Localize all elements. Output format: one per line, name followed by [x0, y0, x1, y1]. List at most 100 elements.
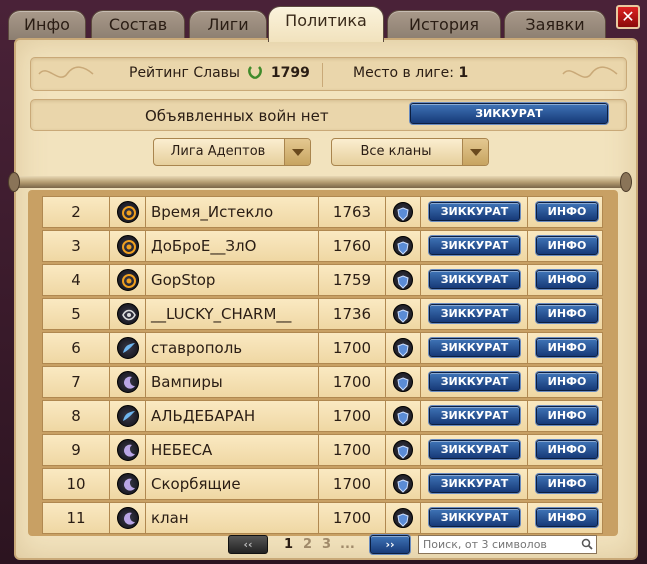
- row-ziggurat-button[interactable]: ЗИККУРАТ: [429, 270, 520, 289]
- clan-name-cell: АЛЬДЕБАРАН: [146, 401, 319, 431]
- score-cell: 1700: [319, 435, 386, 465]
- row-info-button[interactable]: ИНФО: [536, 372, 598, 391]
- ornament-left-icon: [38, 66, 94, 78]
- row-ziggurat-button[interactable]: ЗИККУРАТ: [429, 474, 520, 493]
- row-info-button[interactable]: ИНФО: [536, 440, 598, 459]
- rank-cell: 6: [43, 333, 110, 363]
- row-ziggurat-button[interactable]: ЗИККУРАТ: [429, 440, 520, 459]
- shield-icon[interactable]: [393, 440, 413, 460]
- clan-name-cell: клан: [146, 503, 319, 533]
- page-1[interactable]: 1: [284, 537, 293, 552]
- tab-history[interactable]: История: [387, 10, 501, 40]
- row-ziggurat-button[interactable]: ЗИККУРАТ: [429, 236, 520, 255]
- emblem-cell: [110, 231, 146, 261]
- table-row: 3 ДоБроЕ__ЗлО 1760 ЗИККУРАТ ИНФО: [42, 230, 603, 262]
- shield-cell: [386, 231, 421, 261]
- divider: [322, 63, 323, 87]
- clan-list: 2 Время_Истекло 1763 ЗИККУРАТ ИНФО 3 ДоБроЕ__З…: [28, 190, 618, 536]
- search-icon[interactable]: [581, 538, 593, 550]
- ziggurat-cell: ЗИККУРАТ: [421, 265, 528, 295]
- shield-icon[interactable]: [393, 270, 413, 290]
- row-info-button[interactable]: ИНФО: [536, 474, 598, 493]
- clan-name-cell: GopStop: [146, 265, 319, 295]
- info-cell: ИНФО: [528, 367, 604, 397]
- table-row: 8 АЛЬДЕБАРАН 1700 ЗИККУРАТ ИНФО: [42, 400, 603, 432]
- page-3[interactable]: 3: [322, 537, 331, 552]
- ziggurat-button[interactable]: ЗИККУРАТ: [410, 103, 608, 124]
- shield-icon[interactable]: [393, 372, 413, 392]
- table-row: 11 клан 1700 ЗИККУРАТ ИНФО: [42, 502, 603, 534]
- info-cell: ИНФО: [528, 299, 604, 329]
- info-cell: ИНФО: [528, 401, 604, 431]
- shield-cell: [386, 367, 421, 397]
- row-info-button[interactable]: ИНФО: [536, 406, 598, 425]
- clans-dropdown[interactable]: Все кланы: [331, 138, 489, 166]
- row-ziggurat-button[interactable]: ЗИККУРАТ: [429, 202, 520, 221]
- clan-name-cell: __LUCKY_CHARM__: [146, 299, 319, 329]
- row-ziggurat-button[interactable]: ЗИККУРАТ: [429, 508, 520, 527]
- tab-applications[interactable]: Заявки: [504, 10, 606, 40]
- rank-cell: 11: [43, 503, 110, 533]
- next-page-button[interactable]: ››: [370, 535, 410, 554]
- table-row: 6 ставрополь 1700 ЗИККУРАТ ИНФО: [42, 332, 603, 364]
- tab-politics[interactable]: Политика: [268, 6, 384, 42]
- shield-icon[interactable]: [393, 338, 413, 358]
- row-info-button[interactable]: ИНФО: [536, 304, 598, 323]
- tab-info[interactable]: Инфо: [8, 10, 86, 40]
- chevron-down-icon[interactable]: [284, 139, 310, 165]
- clan-name-cell: НЕБЕСА: [146, 435, 319, 465]
- clan-emblem-icon: [117, 439, 139, 461]
- ornament-right-icon: [562, 66, 618, 78]
- ziggurat-cell: ЗИККУРАТ: [421, 469, 528, 499]
- row-ziggurat-button[interactable]: ЗИККУРАТ: [429, 304, 520, 323]
- shield-cell: [386, 401, 421, 431]
- page-2[interactable]: 2: [303, 537, 312, 552]
- shield-icon[interactable]: [393, 406, 413, 426]
- league-place-label: Место в лиге:: [353, 65, 454, 81]
- glory-rating-value: 1799: [270, 65, 310, 81]
- page-ellipsis: ...: [340, 537, 355, 552]
- info-cell: ИНФО: [528, 435, 604, 465]
- clan-name-cell: Скорбящие: [146, 469, 319, 499]
- clan-name-cell: Время_Истекло: [146, 197, 319, 227]
- shield-icon[interactable]: [393, 202, 413, 222]
- score-cell: 1736: [319, 299, 386, 329]
- table-row: 5 __LUCKY_CHARM__ 1736 ЗИККУРАТ ИНФО: [42, 298, 603, 330]
- league-dropdown[interactable]: Лига Адептов: [153, 138, 311, 166]
- score-cell: 1759: [319, 265, 386, 295]
- clan-name-cell: ДоБроЕ__ЗлО: [146, 231, 319, 261]
- shield-icon[interactable]: [393, 474, 413, 494]
- emblem-cell: [110, 435, 146, 465]
- row-info-button[interactable]: ИНФО: [536, 270, 598, 289]
- ziggurat-cell: ЗИККУРАТ: [421, 503, 528, 533]
- clan-emblem-icon: [117, 405, 139, 427]
- league-place-value: 1: [458, 65, 469, 81]
- search-input[interactable]: [418, 535, 597, 554]
- row-info-button[interactable]: ИНФО: [536, 508, 598, 527]
- row-ziggurat-button[interactable]: ЗИККУРАТ: [429, 338, 520, 357]
- laurel-icon: [248, 66, 263, 79]
- table-row: 10 Скорбящие 1700 ЗИККУРАТ ИНФО: [42, 468, 603, 500]
- emblem-cell: [110, 299, 146, 329]
- emblem-cell: [110, 197, 146, 227]
- rank-cell: 10: [43, 469, 110, 499]
- chevron-down-icon[interactable]: [462, 139, 488, 165]
- shield-icon[interactable]: [393, 236, 413, 256]
- wars-bar: Объявленных войн нет ЗИККУРАТ: [30, 99, 627, 131]
- shield-icon[interactable]: [393, 304, 413, 324]
- tab-roster[interactable]: Состав: [91, 10, 185, 40]
- shield-cell: [386, 503, 421, 533]
- row-info-button[interactable]: ИНФО: [536, 202, 598, 221]
- row-ziggurat-button[interactable]: ЗИККУРАТ: [429, 372, 520, 391]
- prev-page-button[interactable]: ‹‹: [228, 535, 268, 554]
- row-info-button[interactable]: ИНФО: [536, 338, 598, 357]
- tab-leagues[interactable]: Лиги: [189, 10, 267, 40]
- scroll-rod: [10, 176, 632, 188]
- shield-icon[interactable]: [393, 508, 413, 528]
- score-cell: 1700: [319, 503, 386, 533]
- row-info-button[interactable]: ИНФО: [536, 236, 598, 255]
- ziggurat-cell: ЗИККУРАТ: [421, 367, 528, 397]
- close-icon[interactable]: ✕: [616, 5, 640, 29]
- rank-cell: 4: [43, 265, 110, 295]
- row-ziggurat-button[interactable]: ЗИККУРАТ: [429, 406, 520, 425]
